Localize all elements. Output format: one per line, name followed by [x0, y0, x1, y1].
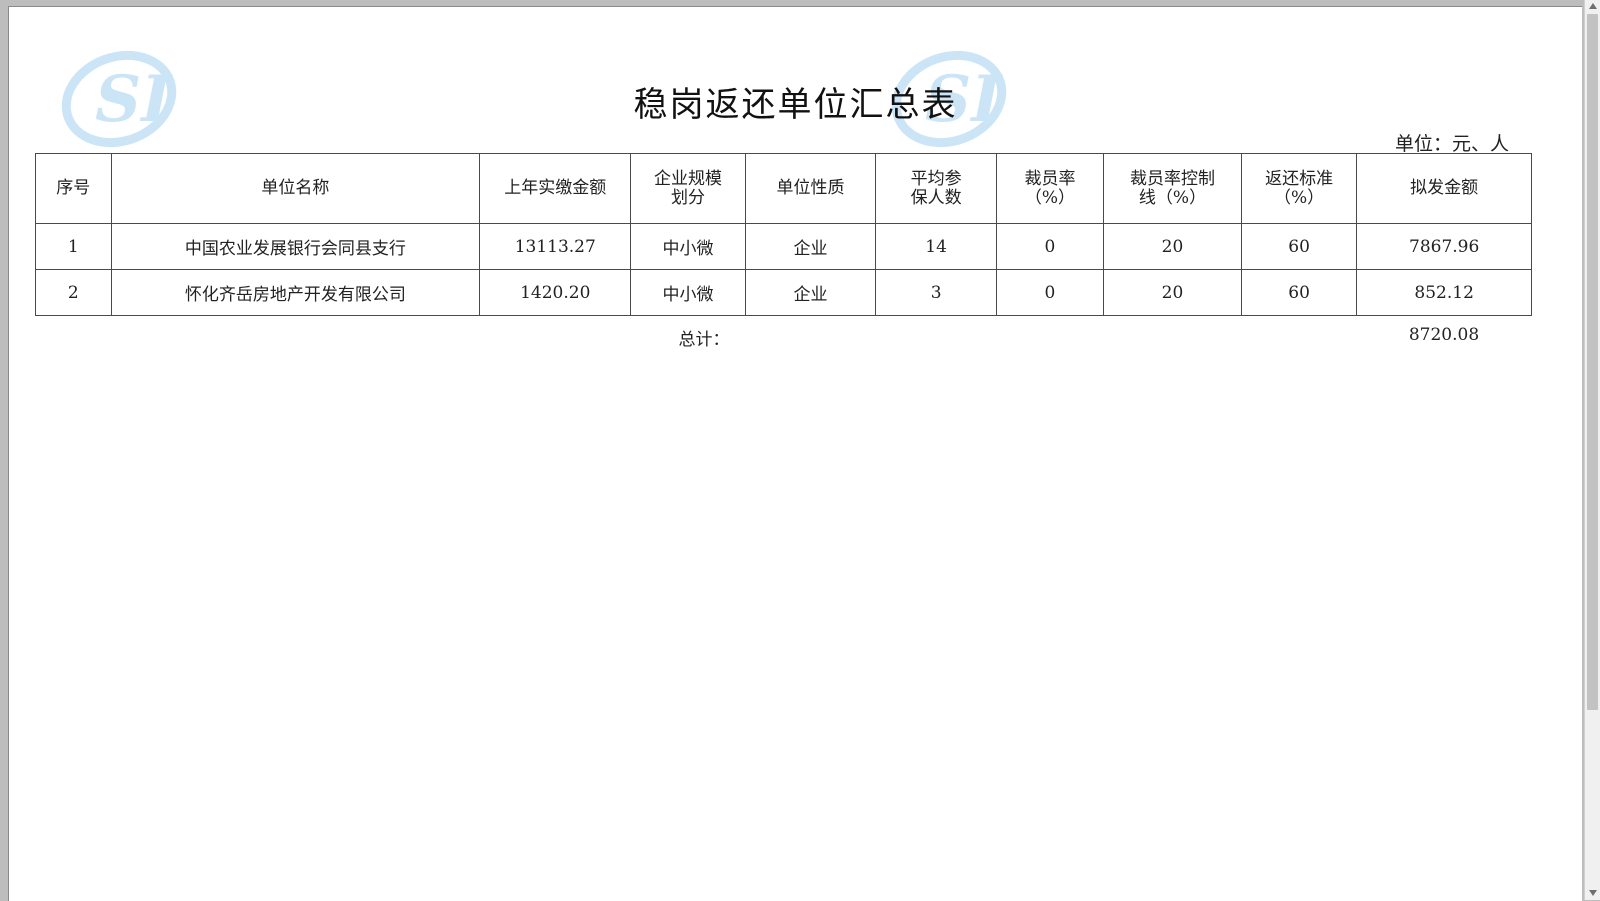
cell-serial: 1: [35, 223, 112, 270]
document-title: 稳岗返还单位汇总表: [633, 85, 958, 125]
cell-last-year-paid: 1420.20: [479, 269, 632, 316]
header-proposed-amount: 拟发金额: [1356, 153, 1532, 224]
table-row: 2 怀化齐岳房地产开发有限公司 1420.20 中小微 企业 3 0 20 60…: [35, 269, 1532, 316]
cell-serial: 2: [35, 269, 112, 316]
header-avg-insured: 平均参 保人数: [875, 153, 997, 224]
cell-unit-name: 怀化齐岳房地产开发有限公司: [110, 269, 481, 316]
cell-layoff-limit: 20: [1103, 269, 1242, 316]
cell-layoff-limit: 20: [1103, 223, 1242, 270]
summary-table: 序号 单位名称 上年实缴金额 企业规模 划分 单位性质 平均参 保人数 裁员率 …: [35, 153, 1532, 316]
cell-return-standard: 60: [1240, 269, 1358, 316]
cell-layoff-rate: 0: [995, 269, 1105, 316]
cell-proposed-amount: 852.12: [1356, 269, 1532, 316]
cell-avg-insured: 14: [875, 223, 997, 270]
cell-scale: 中小微: [630, 269, 746, 316]
header-layoff-rate: 裁员率 （%）: [995, 153, 1105, 224]
cell-return-standard: 60: [1240, 223, 1358, 270]
cell-scale: 中小微: [630, 223, 746, 270]
document-page: SI SI 稳岗返还单位汇总表 单位：元、人 序号 单位名称 上年实缴金额 企业…: [8, 6, 1582, 901]
cell-nature: 企业: [744, 269, 877, 316]
header-return-standard: 返还标准 （%）: [1240, 153, 1358, 224]
header-layoff-limit: 裁员率控制 线（%）: [1103, 153, 1242, 224]
cell-layoff-rate: 0: [995, 223, 1105, 270]
header-last-year-paid: 上年实缴金额: [479, 153, 632, 224]
total-value: 8720.08: [1408, 325, 1480, 345]
header-scale: 企业规模 划分: [630, 153, 746, 224]
unit-note: 单位：元、人: [1394, 133, 1509, 155]
scroll-down-icon[interactable]: [1589, 890, 1597, 896]
scroll-up-icon[interactable]: [1589, 3, 1597, 9]
scrollbar-thumb[interactable]: [1587, 14, 1598, 710]
vertical-scrollbar[interactable]: [1584, 0, 1600, 900]
header-unit-name: 单位名称: [110, 153, 481, 224]
table-header-row: 序号 单位名称 上年实缴金额 企业规模 划分 单位性质 平均参 保人数 裁员率 …: [35, 153, 1532, 224]
header-nature: 单位性质: [744, 153, 877, 224]
table-row: 1 中国农业发展银行会同县支行 13113.27 中小微 企业 14 0 20 …: [35, 223, 1532, 270]
header-serial: 序号: [35, 153, 112, 224]
cell-nature: 企业: [744, 223, 877, 270]
cell-last-year-paid: 13113.27: [479, 223, 632, 270]
cell-proposed-amount: 7867.96: [1356, 223, 1532, 270]
cell-unit-name: 中国农业发展银行会同县支行: [110, 223, 481, 270]
cell-avg-insured: 3: [875, 269, 997, 316]
total-label: 总计：: [678, 330, 730, 350]
